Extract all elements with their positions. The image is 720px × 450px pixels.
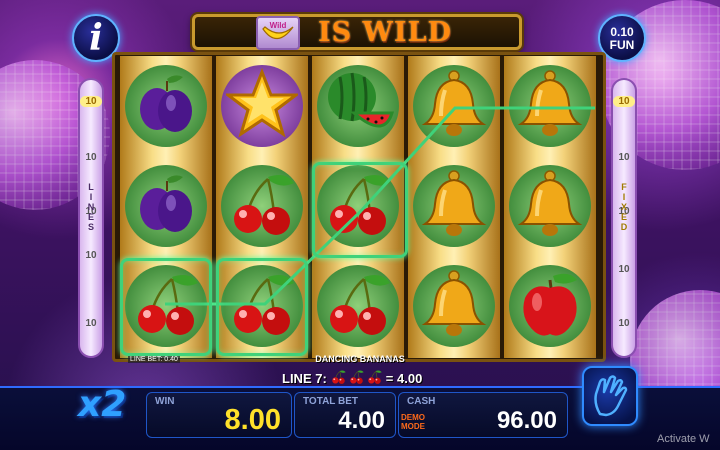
game-name: DANCING BANANAS <box>315 354 405 364</box>
win-highlight-box <box>120 258 212 356</box>
win-highlight-box <box>216 258 308 356</box>
multiplier: x2 <box>78 384 127 425</box>
cherries-icon <box>348 369 365 388</box>
cash-panel: CASH DEMO MODE 96.00 <box>398 392 568 438</box>
cherries-icon <box>366 369 383 388</box>
hand-icon <box>594 375 628 417</box>
win-value: 8.00 <box>224 404 281 436</box>
watermark: Activate W <box>657 433 710 445</box>
win-panel: WIN 8.00 <box>146 392 292 438</box>
spin-button[interactable] <box>582 366 638 426</box>
cash-value: 96.00 <box>496 407 557 434</box>
mode-line: MODE <box>401 422 425 431</box>
demo-line: DEMO <box>401 413 425 422</box>
cherries-icon <box>330 369 347 388</box>
payline-label: LINE 7: <box>282 370 327 386</box>
payline-result: LINE 7: = 4.00 <box>282 369 422 387</box>
payline-symbols <box>330 369 383 388</box>
win-highlight-box <box>312 162 408 258</box>
payline-amount: = 4.00 <box>385 370 423 386</box>
demo-mode-label: DEMO MODE <box>401 413 425 431</box>
win-label: WIN <box>155 396 175 407</box>
cash-label: CASH <box>407 396 436 407</box>
line-bet-label: LINE BET: 0.40 <box>128 356 180 363</box>
total-bet-label: TOTAL BET <box>303 396 358 407</box>
total-bet-value: 4.00 <box>338 407 385 434</box>
total-bet-panel[interactable]: TOTAL BET 4.00 <box>294 392 396 438</box>
